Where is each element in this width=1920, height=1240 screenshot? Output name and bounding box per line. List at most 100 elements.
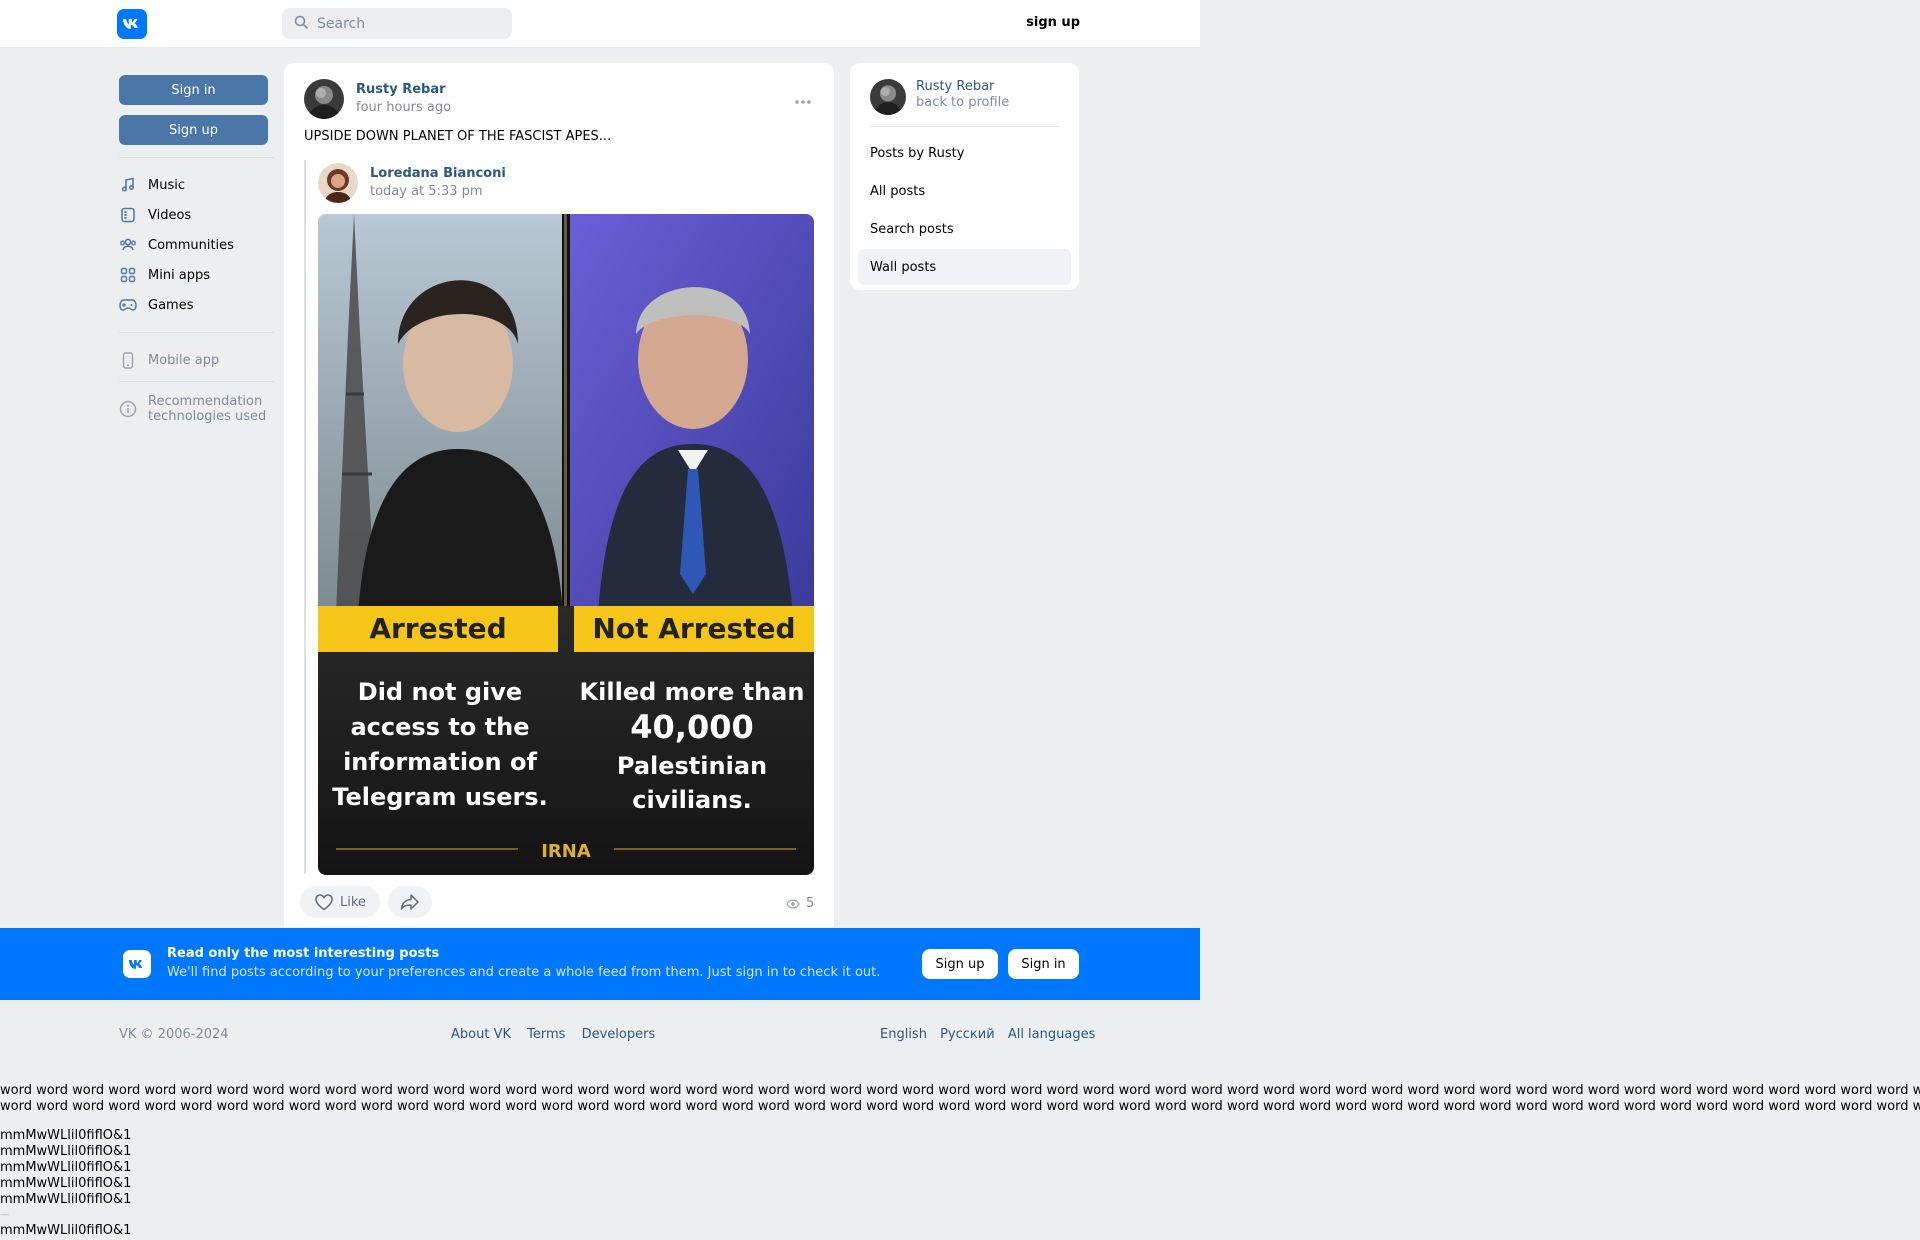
sidebar-item-label: Music (148, 177, 185, 193)
recommendation-line-2: technologies used (148, 409, 267, 424)
post-header: Rusty Rebar four hours ago (304, 79, 451, 119)
share-icon (400, 893, 420, 911)
communities-icon (119, 236, 137, 254)
post-author-name[interactable]: Rusty Rebar (356, 82, 451, 97)
repost-indent-line (304, 160, 306, 874)
sidebar-item-label: Mobile app (148, 352, 220, 368)
post-image[interactable]: Arrested Not Arrested Did not give acces… (318, 214, 814, 875)
sidebar-item-communities[interactable]: Communities (119, 230, 269, 260)
nav-wall-posts[interactable]: Wall posts (858, 249, 1071, 285)
sidebar-item-label: Games (148, 297, 194, 313)
image-left-line-2: access to the (350, 713, 529, 741)
mini-apps-icon (119, 266, 137, 284)
header-signup-link[interactable]: sign up (1000, 15, 1080, 30)
search-input[interactable]: Search (317, 16, 365, 32)
posts-filter-list: Posts by Rusty All posts Search posts Wa… (858, 135, 1071, 287)
image-left-line-4: Telegram users. (332, 783, 547, 811)
more-options-icon[interactable] (794, 93, 812, 109)
stray-chars-1: mmMwWLlil0fiflO&1 (0, 1128, 132, 1143)
divider (870, 126, 1060, 127)
share-button[interactable] (387, 886, 432, 918)
views-counter: 5 (786, 896, 814, 911)
stray-chars-2: mmMwWLlil0fiflO&1 (0, 1144, 132, 1159)
nav-all-posts[interactable]: All posts (858, 173, 1071, 209)
irna-logo: IRNA (541, 841, 591, 862)
heart-icon (314, 893, 334, 911)
search-box[interactable]: Search (282, 8, 512, 39)
sidebar-item-label: Videos (148, 207, 192, 223)
repost-author-avatar[interactable] (318, 163, 358, 203)
lang-russian[interactable]: Русский (940, 1027, 995, 1042)
stray-chars-4: mmMwWLlil0fiflO&1 (0, 1176, 132, 1191)
sign-up-button[interactable]: Sign up (119, 115, 268, 145)
repost-author-name[interactable]: Loredana Bianconi (370, 166, 506, 181)
image-right-line-1: Killed more than (580, 678, 805, 706)
top-header: Search sign up (0, 0, 1200, 48)
views-count: 5 (806, 896, 815, 911)
left-sidebar: Sign in Sign up Music Videos Communities… (119, 75, 274, 424)
image-left-label: Arrested (369, 612, 506, 645)
nav-posts-by-rusty[interactable]: Posts by Rusty (858, 135, 1071, 171)
music-icon (119, 176, 137, 194)
sidebar-item-videos[interactable]: Videos (119, 200, 269, 230)
signup-banner: Read only the most interesting posts We'… (0, 928, 1200, 1000)
stray-dash: — (0, 1210, 9, 1220)
info-icon (119, 400, 137, 418)
image-left-line-3: information of (343, 748, 537, 776)
vk-logo (123, 950, 151, 978)
post-card: Rusty Rebar four hours ago UPSIDE DOWN P… (284, 63, 834, 927)
back-to-profile-link[interactable]: Rusty Rebar back to profile (870, 79, 1009, 115)
sidebar-item-music[interactable]: Music (119, 170, 269, 200)
image-left-line-1: Did not give (358, 678, 522, 706)
footer-link-terms[interactable]: Terms (527, 1027, 565, 1042)
banner-sign-up-button[interactable]: Sign up (922, 949, 998, 979)
like-button[interactable]: Like (300, 886, 380, 918)
author-avatar[interactable] (304, 79, 344, 119)
footer-copyright: VK © 2006-2024 (119, 1027, 229, 1042)
sidebar-item-label: Mini apps (148, 267, 211, 283)
repost-time[interactable]: today at 5:33 pm (370, 184, 506, 199)
footer-link-developers[interactable]: Developers (582, 1027, 656, 1042)
nav-search-posts[interactable]: Search posts (858, 211, 1071, 247)
stray-text-line-2: word word word word word word word word … (0, 1099, 1920, 1114)
profile-avatar (870, 79, 906, 115)
footer-link-about[interactable]: About VK (451, 1027, 511, 1042)
stray-chars-5: mmMwWLlil0fiflO&1 (0, 1192, 132, 1207)
right-nav-panel: Rusty Rebar back to profile Posts by Rus… (850, 63, 1079, 290)
image-right-line-4: civilians. (632, 786, 751, 814)
post-actions: Like (300, 886, 440, 918)
phone-icon (119, 351, 137, 369)
footer-languages: English Русский All languages (880, 1027, 1095, 1042)
banner-subtitle: We'll find posts according to your prefe… (167, 965, 881, 980)
image-right-line-3: Palestinian (617, 752, 767, 780)
stray-text-line-1: word word word word word word word word … (0, 1083, 1920, 1098)
lang-all[interactable]: All languages (1008, 1027, 1096, 1042)
post-time[interactable]: four hours ago (356, 100, 451, 115)
repost-header: Loredana Bianconi today at 5:33 pm (318, 163, 506, 203)
recommendation-line-1: Recommendation (148, 394, 263, 409)
divider (119, 332, 274, 333)
sidebar-item-label: Communities (148, 237, 234, 253)
profile-name: Rusty Rebar (916, 79, 995, 94)
back-to-profile-label: back to profile (916, 95, 1010, 110)
divider (119, 157, 274, 158)
sign-in-button[interactable]: Sign in (119, 75, 268, 105)
divider (119, 381, 274, 382)
like-label: Like (340, 894, 366, 910)
vk-logo[interactable] (117, 9, 147, 39)
video-icon (119, 206, 137, 224)
games-icon (119, 296, 137, 314)
banner-sign-in-button[interactable]: Sign in (1008, 949, 1079, 979)
sidebar-item-mini-apps[interactable]: Mini apps (119, 260, 269, 290)
banner-title: Read only the most interesting posts (167, 946, 440, 961)
search-icon (294, 15, 308, 33)
post-text: UPSIDE DOWN PLANET OF THE FASCIST APES..… (304, 129, 612, 144)
image-right-label: Not Arrested (592, 612, 795, 645)
image-right-line-2: 40,000 (630, 708, 753, 746)
sidebar-item-games[interactable]: Games (119, 290, 269, 320)
stray-chars-6: mmMwWLlil0fiflO&1 (0, 1223, 132, 1238)
recommendation-technologies-link[interactable]: Recommendation technologies used (119, 394, 269, 424)
lang-english[interactable]: English (880, 1027, 927, 1042)
eye-icon (786, 898, 800, 909)
sidebar-item-mobile-app[interactable]: Mobile app (119, 345, 269, 375)
